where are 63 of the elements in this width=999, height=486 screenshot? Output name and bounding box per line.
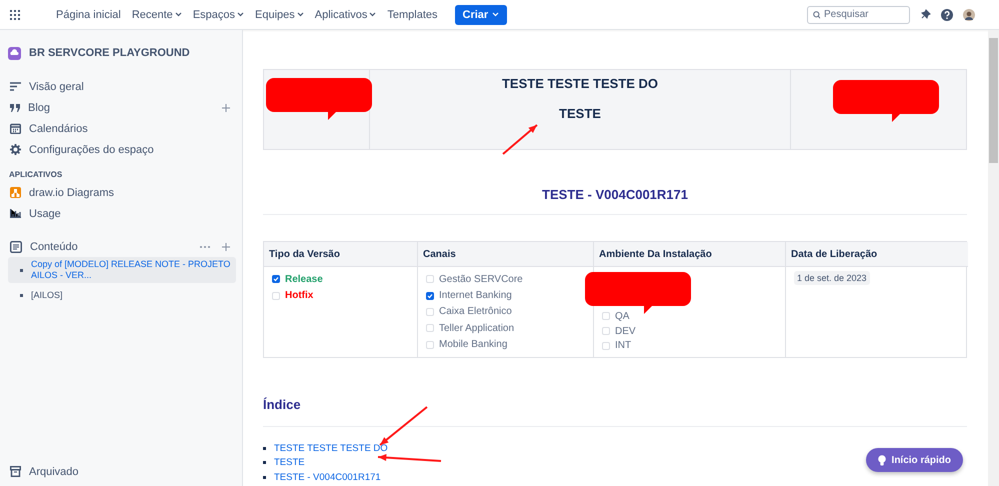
sidebar-item[interactable]: Calendários — [8, 118, 236, 139]
app-grid-icon[interactable] — [10, 10, 20, 20]
sidebar-item[interactable]: Usage — [8, 203, 236, 224]
nav-item[interactable]: Templates — [383, 8, 442, 20]
column-header: Ambiente Da Instalação — [594, 242, 786, 267]
scrollbar-thumb[interactable] — [989, 38, 998, 163]
index-link[interactable]: TESTE TESTE TESTE DO — [274, 442, 388, 454]
column-header: Canais — [418, 242, 594, 267]
help-icon[interactable] — [941, 8, 953, 20]
section-heading: Índice — [263, 397, 301, 412]
banner-title: TESTE TESTE TESTE DO — [502, 76, 658, 91]
checkbox-label: Release — [285, 274, 323, 285]
space-icon — [8, 46, 21, 60]
checkbox-label: Gestão SERVCore — [439, 274, 523, 285]
create-button[interactable]: Criar — [454, 4, 508, 24]
checkbox[interactable] — [426, 292, 434, 300]
checkbox-label: Internet Banking — [439, 290, 512, 302]
document-icon — [10, 240, 22, 252]
checkbox-label: INT — [615, 340, 632, 352]
sidebar-item[interactable]: Configurações do espaço — [8, 139, 236, 160]
nav-item[interactable]: Página inicial — [52, 8, 125, 20]
lightbulb-icon — [878, 454, 886, 466]
sidebar-item[interactable]: Visão geral — [8, 76, 236, 97]
banner-title: TESTE — [559, 106, 601, 121]
search-icon — [813, 10, 820, 18]
settings-icon — [10, 144, 21, 155]
add-icon[interactable] — [222, 104, 230, 112]
sidebar-item[interactable]: Blog — [8, 97, 236, 118]
section-heading: APLICATIVOS — [9, 170, 64, 179]
checkbox-label: DEV — [615, 326, 636, 336]
add-icon[interactable] — [222, 242, 230, 250]
column-header: Data de Liberação — [786, 242, 968, 267]
checkbox-label: Caixa Eletrônico — [439, 306, 512, 318]
page-tree-item[interactable]: Copy of [MODELO] RELEASE NOTE - PROJETO AILOS - VER... — [8, 257, 236, 283]
checkbox-label: QA — [615, 310, 630, 322]
calendar-icon — [10, 123, 21, 134]
index-link[interactable]: TESTE - V004C001R171 — [274, 472, 381, 483]
archive-icon — [10, 466, 21, 477]
quick-start-button[interactable]: Início rápido — [866, 448, 963, 472]
sidebar-item[interactable]: draw.io Diagrams — [8, 182, 236, 203]
nav-item[interactable]: Espaços — [188, 8, 248, 20]
checkbox[interactable] — [272, 275, 280, 284]
checkbox-label: Teller Application — [439, 322, 514, 334]
quote-icon — [10, 104, 20, 112]
nav-item[interactable]: Equipes — [251, 8, 308, 20]
bar-chart-icon — [10, 209, 21, 218]
checkbox-label: Hotfix — [285, 290, 314, 302]
space-name[interactable]: BR SERVCORE PLAYGROUND — [29, 47, 190, 59]
column-header: Tipo da Versão — [264, 242, 418, 267]
lines-icon — [10, 82, 21, 91]
caret-icon — [492, 12, 500, 17]
page-tree-item[interactable]: [AILOS] — [8, 285, 236, 306]
nav-item[interactable]: Recente — [128, 8, 186, 20]
checkbox-label: Mobile Banking — [439, 339, 508, 350]
avatar[interactable] — [963, 8, 975, 20]
diagram-icon — [10, 187, 21, 198]
sidebar-item[interactable]: Conteúdo — [8, 236, 236, 257]
date-chip: 1 de set. de 2023 — [794, 271, 870, 285]
page-heading: TESTE - V004C001R171 — [542, 187, 688, 202]
search-field[interactable]: Pesquisar — [807, 6, 910, 24]
sidebar-item[interactable]: Arquivado — [8, 461, 236, 482]
index-link[interactable]: TESTE — [274, 457, 305, 468]
nav-item[interactable]: Aplicativos — [310, 8, 380, 20]
